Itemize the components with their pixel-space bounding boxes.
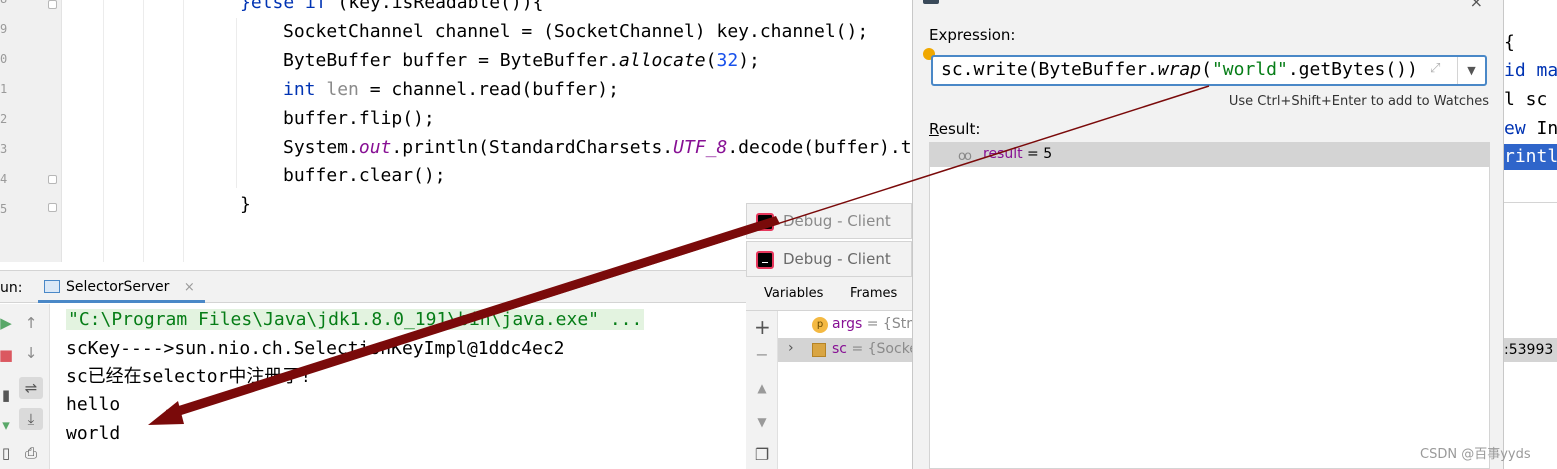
code-line: ew In [1504,118,1557,139]
field-icon [812,343,826,357]
code-line: id ma [1504,60,1557,81]
code-line: buffer.clear(); [283,165,446,186]
add-watch-icon[interactable]: + [754,315,771,339]
stop-icon[interactable]: ■ [0,344,18,366]
soft-wrap-icon[interactable]: ⇌ [19,377,43,399]
watermark: CSDN @百事yyds [1420,447,1531,462]
background-editor: { id ma l sc ew In rintl [1504,0,1557,262]
indent-guide [183,0,184,262]
code-line: { [1504,32,1515,53]
evaluate-icon [923,0,939,4]
expand-icon[interactable]: › [788,340,794,356]
console-line: hello [66,394,121,415]
debug-tabs: Variables Frames [746,278,912,311]
tab-variables[interactable]: Variables [764,286,823,301]
expand-icon[interactable]: ⤢ [1430,61,1440,76]
run-label: un: [0,280,23,296]
up-arrow-icon[interactable]: ↑ [19,312,43,334]
fold-marker-icon[interactable] [48,203,57,212]
code-line: } [240,194,251,215]
rerun-icon[interactable]: ▶ [0,312,18,334]
intellij-icon [756,213,774,231]
console-line: scKey---->sun.nio.ch.SelectionKeyImpl@1d… [66,338,565,359]
code-line: }else if (key.isReadable()){ [240,0,544,13]
indent-guide [143,0,144,262]
scroll-to-end-icon[interactable]: ⤓ [19,408,43,430]
line-number: 5 [0,202,8,216]
debug-window-title[interactable]: Debug - Client [746,203,912,239]
close-icon[interactable]: × [1470,0,1483,11]
line-number: 8 [0,0,8,6]
code-line: buffer.flip(); [283,108,435,129]
indent-guide [103,0,104,262]
result-label: Result: [929,120,981,138]
divider [1504,202,1557,203]
down-arrow-icon[interactable]: ↓ [19,342,43,364]
result-tree[interactable]: oo result = 5 [929,142,1490,469]
copy-icon[interactable]: ❐ [754,445,770,464]
print-icon[interactable]: ⎙ [19,442,43,464]
debug-port-row: :53993 [1504,338,1557,362]
indent-guide [236,18,237,188]
arrow-head [148,401,184,425]
run-toolbar: ▶ ■ ▮ ▾ ▯ ↑ ↓ ⇌ ⤓ ⎙ [0,304,50,469]
variable-row[interactable]: p args = {Stri [778,313,912,337]
chevron-down-icon[interactable]: ▼ [1457,57,1485,84]
expression-label: Expression: [929,26,1016,44]
line-number: 2 [0,112,8,126]
watch-glasses-icon: oo [958,149,972,164]
variables-toolbar: + − ▲ ▼ ❐ [746,311,778,469]
run-config-icon [44,280,60,293]
layout-icon[interactable]: ▯ [0,442,18,464]
variables-panel: + − ▲ ▼ ❐ p args = {Stri › sc = {Socke [746,311,912,469]
move-up-icon[interactable]: ▲ [754,381,770,395]
tab-label: SelectorServer [66,279,170,295]
line-number: 4 [0,172,8,186]
remove-watch-icon[interactable]: − [754,345,770,364]
result-row[interactable]: oo result = 5 [930,143,1489,167]
debug-window-title[interactable]: Debug - Client [746,241,912,277]
code-line: int len = channel.read(buffer); [283,79,619,100]
code-line: System.out.println(StandardCharsets.UTF_… [283,137,912,158]
console-line: "C:\Program Files\Java\jdk1.8.0_191\bin\… [66,306,645,334]
code-line: l sc [1504,89,1548,110]
tab-frames[interactable]: Frames [850,286,897,301]
intellij-icon [756,251,774,269]
java-command: "C:\Program Files\Java\jdk1.8.0_191\bin\… [66,309,645,330]
move-down-icon[interactable]: ▼ [754,415,770,429]
watches-hint: Use Ctrl+Shift+Enter to add to Watches [1228,94,1489,109]
evaluate-dialog: × Expression: sc.write(ByteBuffer.wrap("… [912,0,1504,469]
close-icon[interactable]: × [184,280,195,295]
console-line: sc已经在selector中注册了! [66,366,312,387]
expression-text: sc.write(ByteBuffer.wrap("world".getByte… [941,59,1418,80]
expression-input[interactable]: sc.write(ByteBuffer.wrap("world".getByte… [931,55,1487,86]
line-number: 9 [0,22,8,36]
editor-gutter: 8 9 0 1 2 3 4 5 [0,0,62,262]
selected-code-line: rintl [1504,144,1557,170]
line-number: 3 [0,142,8,156]
pause-icon[interactable]: ▮ [0,384,18,406]
console-line: world [66,423,121,444]
line-number: 0 [0,52,8,66]
pin-icon[interactable]: ▾ [0,414,18,436]
tab-selector-server[interactable]: SelectorServer × [38,271,205,303]
line-number: 1 [0,82,8,96]
code-line: ByteBuffer buffer = ByteBuffer.allocate(… [283,50,760,71]
fold-marker-icon[interactable] [48,0,57,9]
variable-row[interactable]: › sc = {Socke [778,338,912,362]
parameter-icon: p [812,317,828,333]
code-line: SocketChannel channel = (SocketChannel) … [283,21,869,42]
fold-marker-icon[interactable] [48,175,57,184]
